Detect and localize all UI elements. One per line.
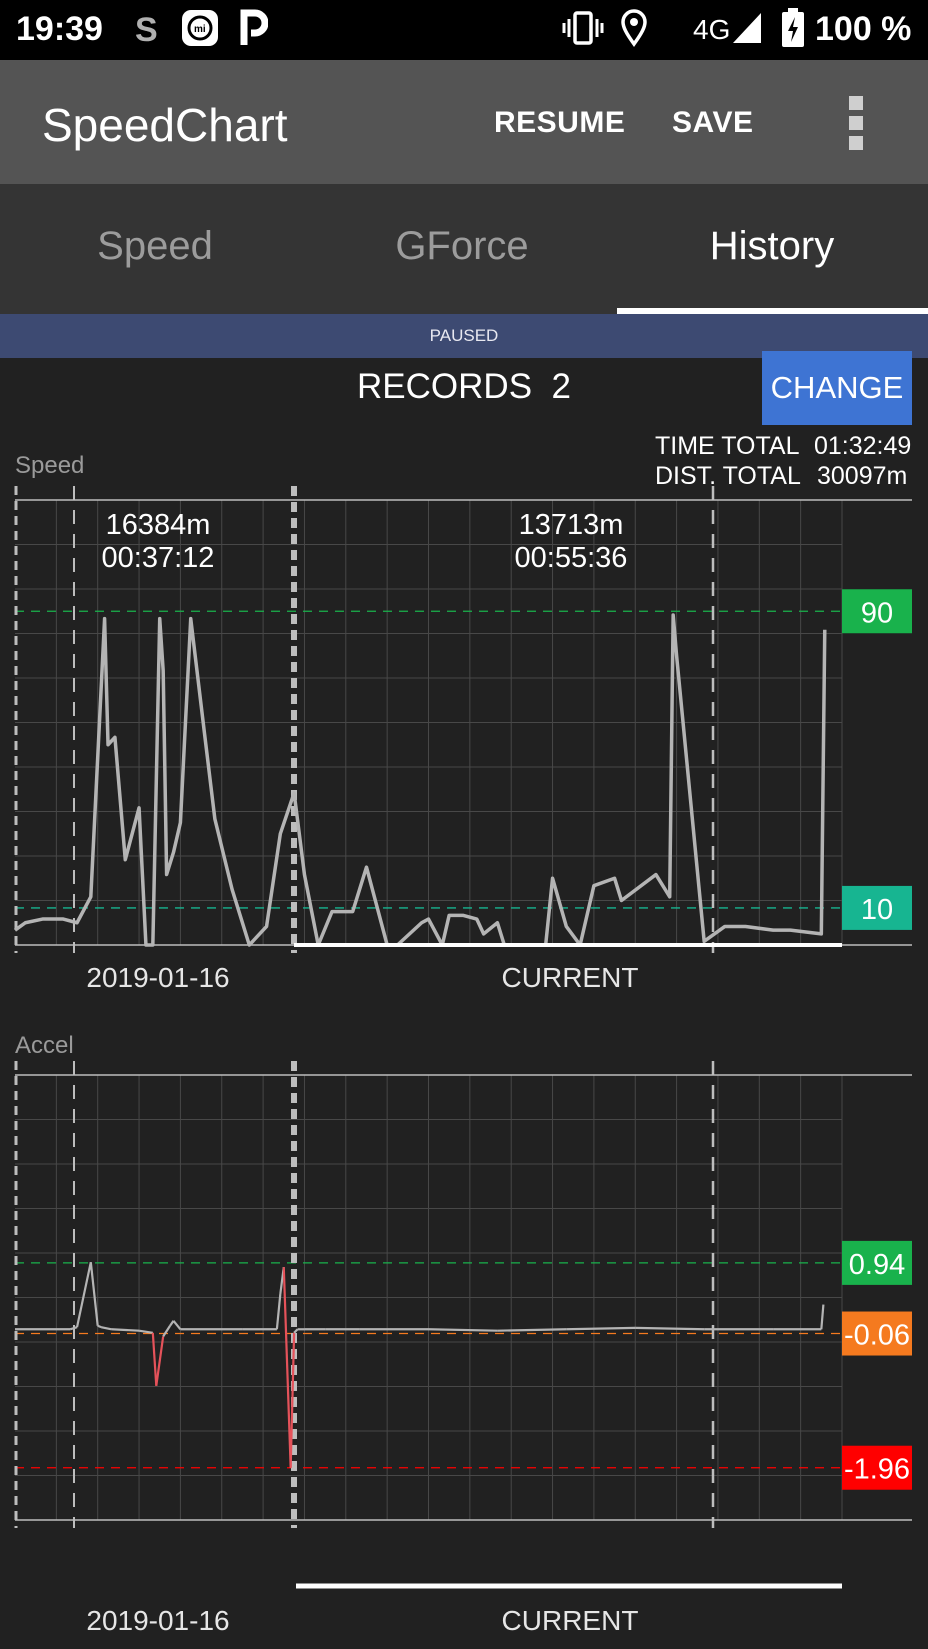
time-total-value: 01:32:49 — [814, 432, 912, 460]
accel-markers — [15, 1262, 912, 1469]
accel-series-line — [293, 1328, 299, 1334]
svg-text:S: S — [135, 11, 158, 46]
status-bar: 19:39 S mi 4G 100 % — [0, 0, 928, 60]
network-type: 4G — [693, 14, 731, 45]
accel-series-line — [75, 1261, 92, 1328]
battery-level: 100 % — [815, 10, 912, 48]
tab-bar: Speed GForce History — [0, 184, 928, 314]
accel-series-line — [151, 1332, 158, 1386]
accel-series-line — [162, 1325, 171, 1337]
change-button[interactable]: CHANGE — [762, 351, 912, 425]
signal-icon — [731, 8, 763, 48]
accel-series-line — [820, 1304, 825, 1330]
speed-marker-label: 10 — [861, 894, 893, 926]
overflow-menu-icon[interactable] — [845, 96, 867, 156]
speed-segment-2-date: CURRENT — [501, 962, 639, 993]
speed-chart: 90 10 16384m 00:37:12 13713m 00:55:36 — [13, 486, 912, 953]
mi-fit-icon: mi — [180, 8, 220, 48]
app-bar: SpeedChart RESUME SAVE — [0, 60, 928, 184]
accel-series-line — [275, 1293, 282, 1330]
svg-text:mi: mi — [194, 24, 206, 35]
vibrate-icon — [561, 8, 605, 48]
accel-series-line — [497, 1328, 567, 1332]
resume-button[interactable]: RESUME — [494, 106, 625, 140]
accel-series-line — [69, 1326, 78, 1331]
status-time: 19:39 — [16, 10, 103, 48]
s-icon: S — [134, 8, 160, 48]
speed-series-line — [13, 613, 827, 947]
save-button[interactable]: SAVE — [672, 106, 753, 140]
accel-series-line — [111, 1328, 140, 1332]
accel-series-line — [566, 1326, 636, 1331]
accel-segment-1-date: 2019-01-16 — [86, 1605, 230, 1636]
speed-markers — [15, 610, 912, 909]
accel-marker-label: -0.06 — [844, 1320, 910, 1352]
segment-1-duration: 00:37:12 — [102, 542, 215, 574]
accel-marker-label: -1.96 — [844, 1454, 910, 1486]
accel-series-line — [155, 1336, 165, 1386]
accel-series-line — [428, 1328, 498, 1332]
accel-series-line — [172, 1320, 182, 1330]
accel-series-line — [100, 1326, 112, 1331]
p-icon — [240, 8, 268, 48]
location-icon — [620, 8, 648, 48]
speed-marker-label: 90 — [861, 597, 893, 629]
accel-dividers — [14, 1061, 715, 1528]
accel-series-line — [97, 1324, 102, 1329]
app-title: SpeedChart — [42, 99, 288, 151]
tab-gforce[interactable]: GForce — [307, 224, 617, 269]
tab-speed[interactable]: Speed — [0, 224, 310, 269]
accel-series-line — [635, 1326, 705, 1331]
segment-2-duration: 00:55:36 — [515, 542, 628, 574]
speed-segment-1-date: 2019-01-16 — [86, 962, 230, 993]
accel-grid — [15, 1074, 912, 1521]
accel-series-line — [89, 1262, 99, 1326]
segment-1-dist: 16384m — [106, 509, 211, 541]
speed-marker-labels: 90 10 — [842, 589, 912, 930]
battery-charging-icon — [781, 8, 805, 48]
accel-marker-labels: 0.94 -0.06 -1.96 — [842, 1240, 912, 1490]
time-total-label: TIME TOTAL — [655, 432, 800, 460]
accel-segment-2-date: CURRENT — [501, 1605, 639, 1636]
tab-history[interactable]: History — [617, 224, 927, 269]
accel-series-line — [138, 1329, 154, 1334]
accel-marker-label: 0.94 — [849, 1249, 905, 1281]
segment-2-dist: 13713m — [519, 509, 624, 541]
accel-chart: 0.94 -0.06 -1.96 — [14, 1061, 912, 1589]
